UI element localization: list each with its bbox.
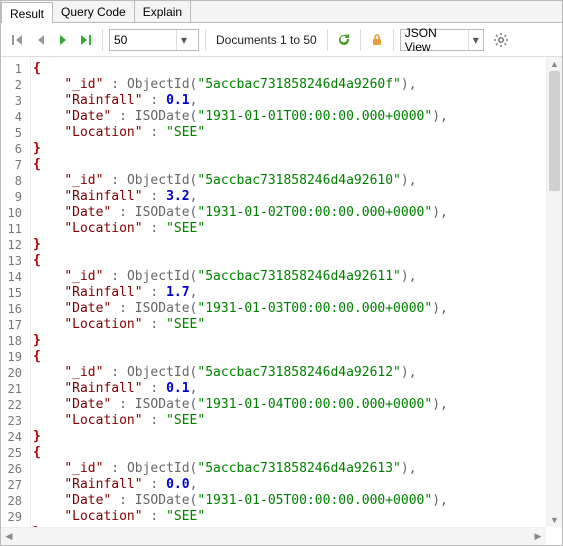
code-line: "Rainfall" : 0.1, — [33, 93, 560, 109]
line-number: 4 — [5, 109, 22, 125]
code-line: "Date" : ISODate("1931-01-05T00:00:00.00… — [33, 493, 560, 509]
code-line: "Rainfall" : 3.2, — [33, 189, 560, 205]
line-number: 26 — [5, 461, 22, 477]
line-number: 10 — [5, 205, 22, 221]
line-number: 5 — [5, 125, 22, 141]
vertical-scrollbar[interactable]: ▲ ▼ — [546, 57, 562, 527]
line-number: 17 — [5, 317, 22, 333]
line-number: 21 — [5, 381, 22, 397]
line-number: 12 — [5, 237, 22, 253]
line-number: 9 — [5, 189, 22, 205]
code-line: { — [33, 157, 560, 173]
code-line: "Date" : ISODate("1931-01-02T00:00:00.00… — [33, 205, 560, 221]
toolbar: ▾ Documents 1 to 50 JSON View ▾ — [1, 23, 562, 57]
scroll-up-arrow[interactable]: ▲ — [547, 57, 562, 71]
scroll-left-arrow[interactable]: ◀ — [1, 528, 17, 545]
tab-explain[interactable]: Explain — [135, 1, 191, 22]
code-line: { — [33, 445, 560, 461]
tab-result[interactable]: Result — [1, 2, 53, 23]
code-line: "Date" : ISODate("1931-01-03T00:00:00.00… — [33, 301, 560, 317]
code-line: "Location" : "SEE" — [33, 317, 560, 333]
code-line: "Rainfall" : 0.1, — [33, 381, 560, 397]
line-number: 19 — [5, 349, 22, 365]
line-number: 11 — [5, 221, 22, 237]
line-number: 27 — [5, 477, 22, 493]
line-number: 2 — [5, 77, 22, 93]
code-line: "Location" : "SEE" — [33, 509, 560, 525]
line-number: 22 — [5, 397, 22, 413]
refresh-icon[interactable] — [334, 30, 354, 50]
line-number: 24 — [5, 429, 22, 445]
code-line: { — [33, 61, 560, 77]
prev-page-icon[interactable] — [30, 30, 50, 50]
line-number: 23 — [5, 413, 22, 429]
line-number: 29 — [5, 509, 22, 525]
json-editor[interactable]: 1234567891011121314151617181920212223242… — [1, 57, 562, 527]
gear-icon[interactable] — [491, 30, 511, 50]
chevron-down-icon[interactable]: ▾ — [468, 30, 483, 50]
lock-icon[interactable] — [367, 30, 387, 50]
code-line: "Date" : ISODate("1931-01-01T00:00:00.00… — [33, 109, 560, 125]
code-line: { — [33, 349, 560, 365]
code-line: "Rainfall" : 1.7, — [33, 285, 560, 301]
toolbar-divider — [102, 29, 103, 51]
code-line: "Rainfall" : 0.0, — [33, 477, 560, 493]
line-number: 25 — [5, 445, 22, 461]
view-mode-combo[interactable]: JSON View ▾ — [400, 29, 484, 51]
code-line: "_id" : ObjectId("5accbac731858246d4a926… — [33, 77, 560, 93]
line-number: 16 — [5, 301, 22, 317]
line-number: 6 — [5, 141, 22, 157]
last-page-icon[interactable] — [76, 30, 96, 50]
toolbar-divider — [327, 29, 328, 51]
code-line: "Location" : "SEE" — [33, 221, 560, 237]
doc-range-label: Documents 1 to 50 — [212, 33, 321, 47]
view-mode-label: JSON View — [401, 26, 468, 54]
first-page-icon[interactable] — [7, 30, 27, 50]
line-gutter: 1234567891011121314151617181920212223242… — [1, 57, 31, 527]
code-line: } — [33, 429, 560, 445]
page-size-input[interactable] — [110, 33, 176, 47]
code-line: "_id" : ObjectId("5accbac731858246d4a926… — [33, 269, 560, 285]
horizontal-scrollbar[interactable]: ◀ ▶ — [1, 527, 546, 545]
code-line: { — [33, 253, 560, 269]
code-line: "_id" : ObjectId("5accbac731858246d4a926… — [33, 365, 560, 381]
code-line: "Location" : "SEE" — [33, 125, 560, 141]
line-number: 7 — [5, 157, 22, 173]
line-number: 28 — [5, 493, 22, 509]
line-number: 1 — [5, 61, 22, 77]
tab-query-code[interactable]: Query Code — [53, 1, 135, 22]
page-size-combo[interactable]: ▾ — [109, 29, 199, 51]
line-number: 18 — [5, 333, 22, 349]
scroll-thumb[interactable] — [549, 71, 560, 191]
toolbar-divider — [205, 29, 206, 51]
next-page-icon[interactable] — [53, 30, 73, 50]
code-line: "Location" : "SEE" — [33, 413, 560, 429]
line-number: 14 — [5, 269, 22, 285]
line-number: 15 — [5, 285, 22, 301]
line-number: 13 — [5, 253, 22, 269]
line-number: 8 — [5, 173, 22, 189]
code-line: } — [33, 141, 560, 157]
code-line: } — [33, 333, 560, 349]
chevron-down-icon[interactable]: ▾ — [176, 30, 191, 50]
scroll-down-arrow[interactable]: ▼ — [547, 513, 562, 527]
code-line: "_id" : ObjectId("5accbac731858246d4a926… — [33, 461, 560, 477]
tabs-bar: Result Query Code Explain — [1, 1, 562, 23]
code-line: } — [33, 237, 560, 253]
code-line: "Date" : ISODate("1931-01-04T00:00:00.00… — [33, 397, 560, 413]
line-number: 20 — [5, 365, 22, 381]
toolbar-divider — [360, 29, 361, 51]
scroll-right-arrow[interactable]: ▶ — [530, 528, 546, 545]
code-line: "_id" : ObjectId("5accbac731858246d4a926… — [33, 173, 560, 189]
toolbar-divider — [393, 29, 394, 51]
code-area[interactable]: { "_id" : ObjectId("5accbac731858246d4a9… — [31, 57, 562, 527]
line-number: 3 — [5, 93, 22, 109]
